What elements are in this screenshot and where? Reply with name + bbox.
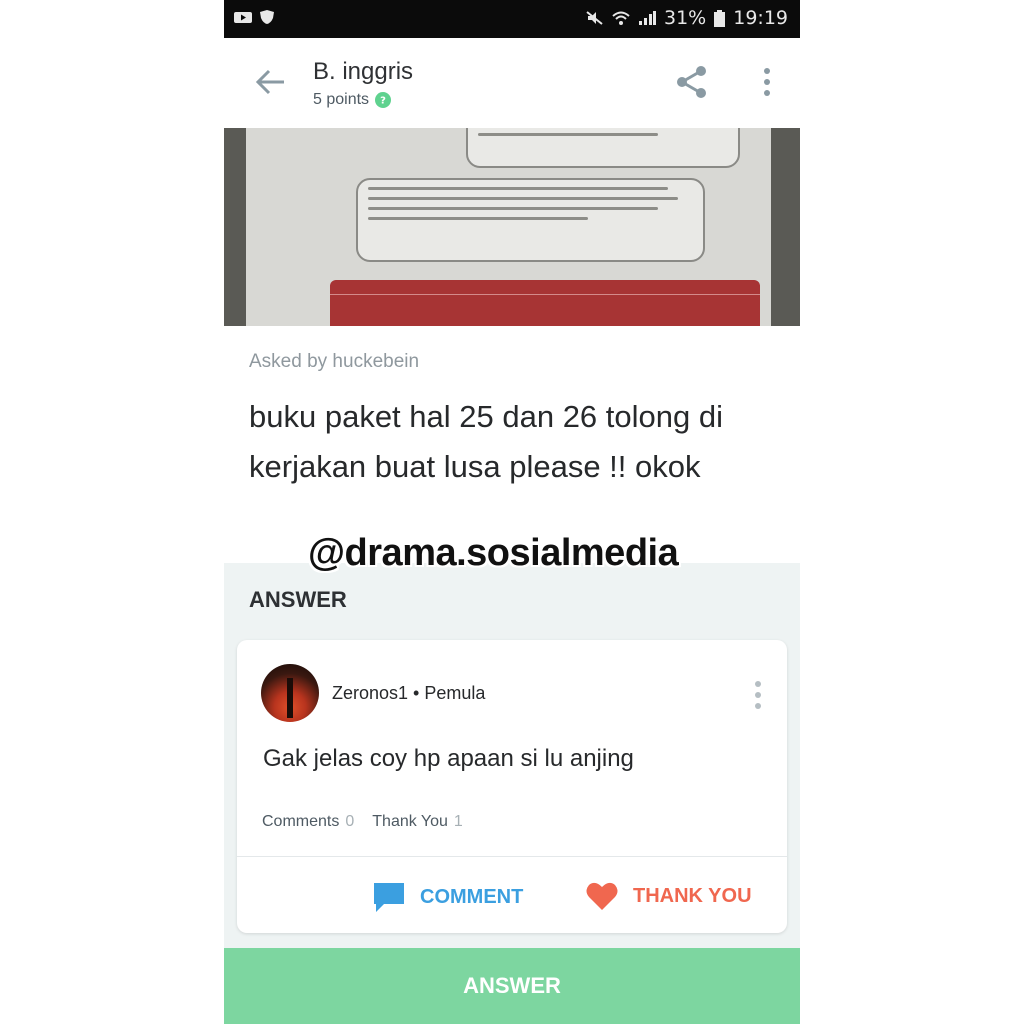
- wifi-icon: [612, 11, 630, 25]
- answer-author[interactable]: Zeronos1 • Pemula: [332, 683, 485, 704]
- thanks-stat: Thank You 1: [372, 813, 463, 830]
- app-bar: B. inggris 5 points ?: [224, 38, 800, 128]
- phone-screen: 31% 19:19 B. inggris 5 points ? Asked by…: [224, 0, 800, 1024]
- mute-icon: [586, 11, 603, 25]
- signal-icon: [639, 11, 656, 25]
- speech-bubble: [466, 128, 740, 168]
- comment-bubble-icon: [374, 883, 404, 912]
- question-attachment-image[interactable]: [224, 128, 800, 326]
- textbook-table: [330, 280, 760, 326]
- help-icon[interactable]: ?: [375, 92, 392, 108]
- back-arrow-icon[interactable]: [254, 68, 286, 96]
- comment-button[interactable]: COMMENT: [372, 880, 523, 914]
- subject-title: B. inggris: [313, 58, 414, 85]
- share-icon[interactable]: [674, 64, 710, 100]
- status-bar: 31% 19:19: [224, 0, 800, 38]
- thank-you-button[interactable]: THANK YOU: [585, 880, 752, 912]
- author-name: Zeronos1: [332, 683, 409, 703]
- answer-heading: ANSWER: [249, 587, 347, 612]
- answer-button[interactable]: ANSWER: [224, 948, 800, 1024]
- video-notification-icon: [234, 12, 252, 23]
- answer-card: Zeronos1 • Pemula Gak jelas coy hp apaan…: [237, 640, 787, 933]
- shield-icon: [260, 10, 274, 24]
- answer-text: Gak jelas coy hp apaan si lu anjing: [263, 745, 634, 772]
- answer-stats: Comments 0 Thank You 1: [262, 813, 463, 831]
- asked-by: Asked by huckebein: [249, 351, 420, 372]
- svg-text:?: ?: [380, 96, 386, 106]
- avatar[interactable]: [261, 664, 319, 722]
- battery-icon: [714, 9, 726, 27]
- points-label: 5 points: [313, 91, 370, 108]
- heart-icon: [586, 882, 618, 910]
- question-text: buku paket hal 25 dan 26 tolong di kerja…: [249, 399, 723, 484]
- points-badge: 5 points ?: [313, 91, 392, 109]
- speech-bubble: [356, 178, 705, 262]
- textbook-page-photo: [246, 128, 771, 326]
- watermark-text: @drama.sosialmedia: [308, 532, 679, 574]
- clock: 19:19: [733, 7, 788, 29]
- author-rank: Pemula: [424, 683, 486, 703]
- comments-stat[interactable]: Comments 0: [262, 813, 354, 831]
- battery-percent: 31%: [664, 7, 707, 29]
- more-options-icon[interactable]: [753, 680, 763, 710]
- divider: [237, 856, 787, 857]
- thank-you-button-label: THANK YOU: [633, 884, 752, 907]
- more-options-icon[interactable]: [760, 66, 774, 98]
- answer-section: ANSWER Zeronos1 • Pemula Gak jelas coy h…: [224, 563, 800, 948]
- comment-button-label: COMMENT: [420, 885, 524, 908]
